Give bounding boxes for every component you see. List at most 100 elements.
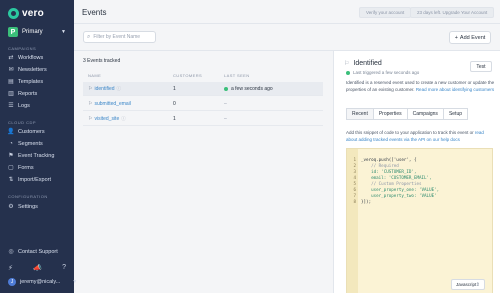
event-last-seen: –: [224, 101, 227, 107]
panel-subtitle-label: Last triggered a few seconds ago: [353, 70, 420, 75]
sidebar-item-logs[interactable]: ☰ Logs: [8, 101, 70, 111]
tag-icon: ⚐: [88, 101, 93, 107]
code-line: 2 // Required: [353, 163, 399, 168]
identify-docs-link[interactable]: Read more about identifying customers: [416, 87, 494, 92]
table-row[interactable]: ⚐ identified ⓘ 1 a few seconds ago: [83, 82, 323, 96]
column-header-last-seen[interactable]: LAST SEEN: [224, 73, 250, 78]
log-icon: ☰: [8, 103, 14, 109]
report-icon: ▥: [8, 91, 14, 97]
user-email: jeremy@nicaly...: [20, 279, 61, 285]
event-name-label: submitted_email: [94, 101, 131, 107]
template-icon: ▤: [8, 79, 14, 85]
event-name[interactable]: ⚐ submitted_email: [88, 101, 131, 107]
sidebar-item-customers[interactable]: 👤 Customers: [7, 127, 70, 137]
contact-support-link[interactable]: ◎ Contact Support: [8, 249, 57, 255]
sidebar-item-forms[interactable]: ▢ Forms: [8, 163, 70, 173]
vero-logo-icon: [8, 8, 19, 19]
test-button[interactable]: Test: [470, 61, 492, 72]
chevron-down-icon: ▼: [61, 29, 66, 35]
event-last-seen: a few seconds ago: [224, 86, 273, 92]
code-line: 1 _veroq.push(['user', {: [353, 157, 417, 162]
segment-icon: ◔: [9, 141, 13, 147]
chevron-updown-icon: ⇕: [475, 281, 480, 288]
sidebar-item-workflows[interactable]: ⇄ Workflows: [8, 53, 70, 63]
sidebar-item-label: Event Tracking: [18, 153, 55, 159]
filter-input[interactable]: [93, 34, 152, 40]
event-name[interactable]: ⚐ identified ⓘ: [88, 86, 121, 92]
workflow-icon: ⇄: [8, 55, 14, 61]
sidebar-utility-icons: ⚡ 📣 ?: [8, 264, 66, 272]
code-line: 7 user_property_two: 'VALUE': [353, 193, 437, 198]
sidebar-item-newsletters[interactable]: ✉ Newsletters: [8, 65, 70, 75]
sidebar-item-label: Newsletters: [18, 67, 47, 73]
sidebar-item-settings[interactable]: ⚙ Settings: [8, 202, 70, 212]
events-count: 3 Events tracked: [83, 58, 121, 64]
sidebar-item-segments[interactable]: ◔ Segments: [8, 139, 70, 149]
tab-recent[interactable]: Recent: [346, 108, 373, 120]
event-name[interactable]: ⚐ visited_site ⓘ: [88, 116, 126, 122]
tab-properties[interactable]: Properties: [372, 108, 407, 120]
sidebar: vero P Primary ▼ CAMPAIGNS ⇄ Workflows ✉…: [0, 0, 77, 293]
brand-name: vero: [22, 8, 44, 19]
sidebar-item-label: Customers: [18, 129, 45, 135]
verify-account-button[interactable]: Verify your account: [359, 7, 412, 18]
code-line: 6 user_property_one: 'VALUE',: [353, 187, 440, 192]
plus-icon: +: [454, 34, 458, 41]
event-filter[interactable]: ⌕: [83, 31, 156, 43]
announcement-icon[interactable]: 📣: [33, 264, 42, 272]
tag-icon: ⚐: [88, 86, 93, 92]
sidebar-item-reports[interactable]: ▥ Reports: [8, 89, 70, 99]
sidebar-item-templates[interactable]: ▤ Templates: [8, 77, 70, 87]
lightning-icon[interactable]: ⚡: [8, 264, 13, 272]
info-icon: ⓘ: [121, 116, 126, 121]
instructions-text: Add this snippet of code to your applica…: [346, 130, 474, 135]
settings-icon: ⚙: [8, 204, 14, 210]
column-header-customers[interactable]: CUSTOMERS: [173, 73, 202, 78]
online-status-icon: [224, 87, 228, 91]
sidebar-item-event-tracking[interactable]: ⚑ Event Tracking: [8, 151, 70, 161]
panel-tabs: Recent Properties Campaigns Setup: [346, 108, 469, 120]
sidebar-item-import-export[interactable]: ⇅ Import/Export: [8, 175, 70, 185]
sidebar-item-label: Forms: [18, 165, 34, 171]
tab-campaigns[interactable]: Campaigns: [406, 108, 443, 120]
event-customers: 1: [173, 86, 176, 92]
page-header: Events Verify your account 23 days left.…: [74, 0, 500, 24]
import-export-icon: ⇅: [8, 177, 14, 183]
user-menu[interactable]: J jeremy@nicaly... ▼: [8, 278, 77, 286]
brand[interactable]: vero: [8, 8, 44, 19]
support-icon: ◎: [8, 249, 14, 255]
sidebar-item-label: Templates: [18, 79, 44, 85]
panel-subtitle: Last triggered a few seconds ago: [346, 70, 419, 75]
table-row[interactable]: ⚐ submitted_email 0 –: [83, 97, 323, 111]
panel-description: Identified is a reserved event used to c…: [346, 80, 496, 93]
event-customers: 0: [173, 101, 176, 107]
code-snippet[interactable]: 1 _veroq.push(['user', { 2 // Required 3 …: [346, 148, 493, 293]
workspace-badge: P: [8, 27, 18, 37]
code-line: 4 email: 'CUSTOMER_EMAIL',: [353, 175, 432, 180]
section-label-cloud-cdp: CLOUD CDP: [8, 120, 37, 125]
upgrade-account-button[interactable]: 23 days left. Upgrade Your Account: [410, 7, 495, 18]
add-event-button[interactable]: + Add Event: [449, 31, 491, 44]
event-last-seen: –: [224, 116, 227, 122]
panel-title-label: Identified: [353, 60, 382, 67]
event-name-label: identified: [94, 86, 115, 92]
sidebar-item-label: Reports: [18, 91, 38, 97]
event-last-seen-label: –: [224, 101, 227, 107]
table-row[interactable]: ⚐ visited_site ⓘ 1 –: [83, 112, 323, 126]
event-last-seen-label: a few seconds ago: [231, 86, 273, 92]
event-detail-panel: ⚐ Identified Last triggered a few second…: [333, 51, 500, 293]
language-select[interactable]: Javascript ⇕: [451, 279, 485, 290]
workspace-switcher[interactable]: P Primary ▼: [8, 26, 66, 38]
tag-icon: ⚐: [344, 61, 350, 67]
sidebar-item-label: Workflows: [18, 55, 44, 61]
workspace-label: Primary: [22, 29, 43, 35]
tab-setup[interactable]: Setup: [442, 108, 469, 120]
avatar: J: [8, 278, 16, 286]
search-icon: ⌕: [87, 33, 91, 40]
help-icon[interactable]: ?: [62, 264, 66, 272]
event-customers: 1: [173, 116, 176, 122]
column-header-name[interactable]: NAME: [88, 73, 101, 78]
panel-title: ⚐ Identified: [344, 60, 382, 67]
newsletter-icon: ✉: [8, 67, 14, 73]
event-name-label: visited_site: [94, 116, 120, 122]
